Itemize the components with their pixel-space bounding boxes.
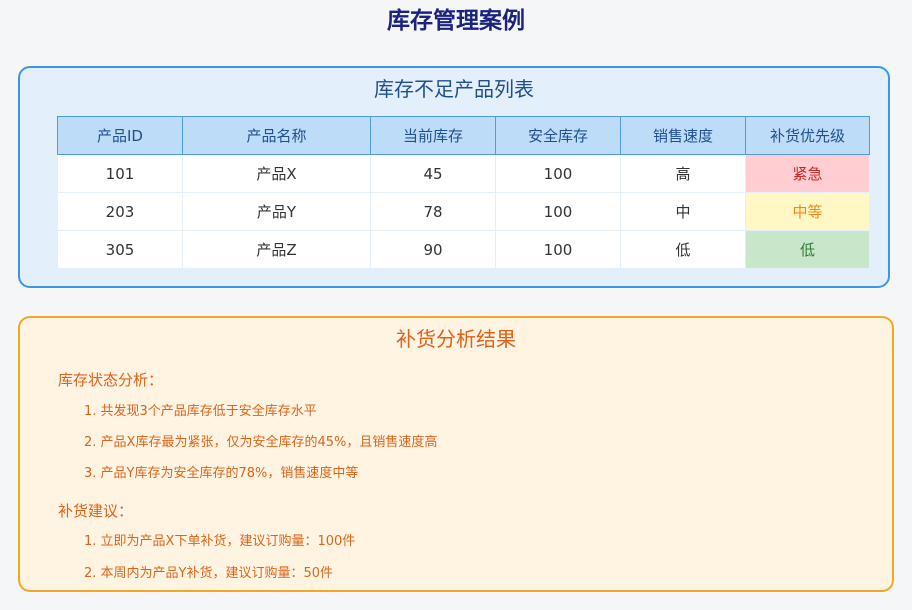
cell-sales-speed: 中 [620,192,746,231]
cell-product-id: 305 [57,230,183,269]
cell-product-id: 101 [57,154,183,193]
inventory-table: 产品ID 产品名称 当前库存 安全库存 销售速度 补货优先级 101 产品X 4… [57,116,870,269]
list-item: 3. 产品Y库存为安全库存的78%，销售速度中等 [84,466,359,481]
cell-priority-badge: 中等 [745,192,870,231]
cell-priority-badge: 低 [745,230,870,269]
list-item: 1. 共发现3个产品库存低于安全库存水平 [84,404,317,419]
restock-advice-heading: 补货建议： [58,502,134,520]
table-row: 101 产品X 45 100 高 紧急 [57,154,870,193]
table-header-row: 产品ID 产品名称 当前库存 安全库存 销售速度 补货优先级 [57,116,870,155]
column-header-safety-stock: 安全库存 [495,116,621,155]
cell-product-name: 产品Y [182,192,371,231]
cell-safety-stock: 100 [495,230,621,269]
cell-product-name: 产品Z [182,230,371,269]
inventory-shortage-panel: 库存不足产品列表 产品ID 产品名称 当前库存 安全库存 销售速度 补货优先级 … [18,66,890,288]
cell-priority-badge: 紧急 [745,154,870,193]
status-analysis-heading: 库存状态分析： [58,371,164,389]
list-item: 2. 本周内为产品Y补货，建议订购量：50件 [84,566,334,581]
inventory-panel-title: 库存不足产品列表 [374,77,534,101]
analysis-panel-title: 补货分析结果 [396,327,516,351]
column-header-product-name: 产品名称 [182,116,371,155]
cell-product-name: 产品X [182,154,371,193]
column-header-sales-speed: 销售速度 [620,116,746,155]
table-row: 305 产品Z 90 100 低 低 [57,230,870,269]
column-header-restock-priority: 补货优先级 [745,116,870,155]
page-title: 库存管理案例 [387,8,525,34]
cell-sales-speed: 高 [620,154,746,193]
cell-current-stock: 90 [370,230,496,269]
column-header-product-id: 产品ID [57,116,183,155]
list-item: 1. 立即为产品X下单补货，建议订购量：100件 [84,534,356,549]
cell-current-stock: 45 [370,154,496,193]
table-row: 203 产品Y 78 100 中 中等 [57,192,870,231]
column-header-current-stock: 当前库存 [370,116,496,155]
cell-product-id: 203 [57,192,183,231]
cell-current-stock: 78 [370,192,496,231]
cell-safety-stock: 100 [495,192,621,231]
cell-safety-stock: 100 [495,154,621,193]
list-item: 2. 产品X库存最为紧张，仅为安全库存的45%，且销售速度高 [84,435,438,450]
restock-analysis-panel: 补货分析结果 库存状态分析： 1. 共发现3个产品库存低于安全库存水平 2. 产… [18,316,894,592]
cell-sales-speed: 低 [620,230,746,269]
